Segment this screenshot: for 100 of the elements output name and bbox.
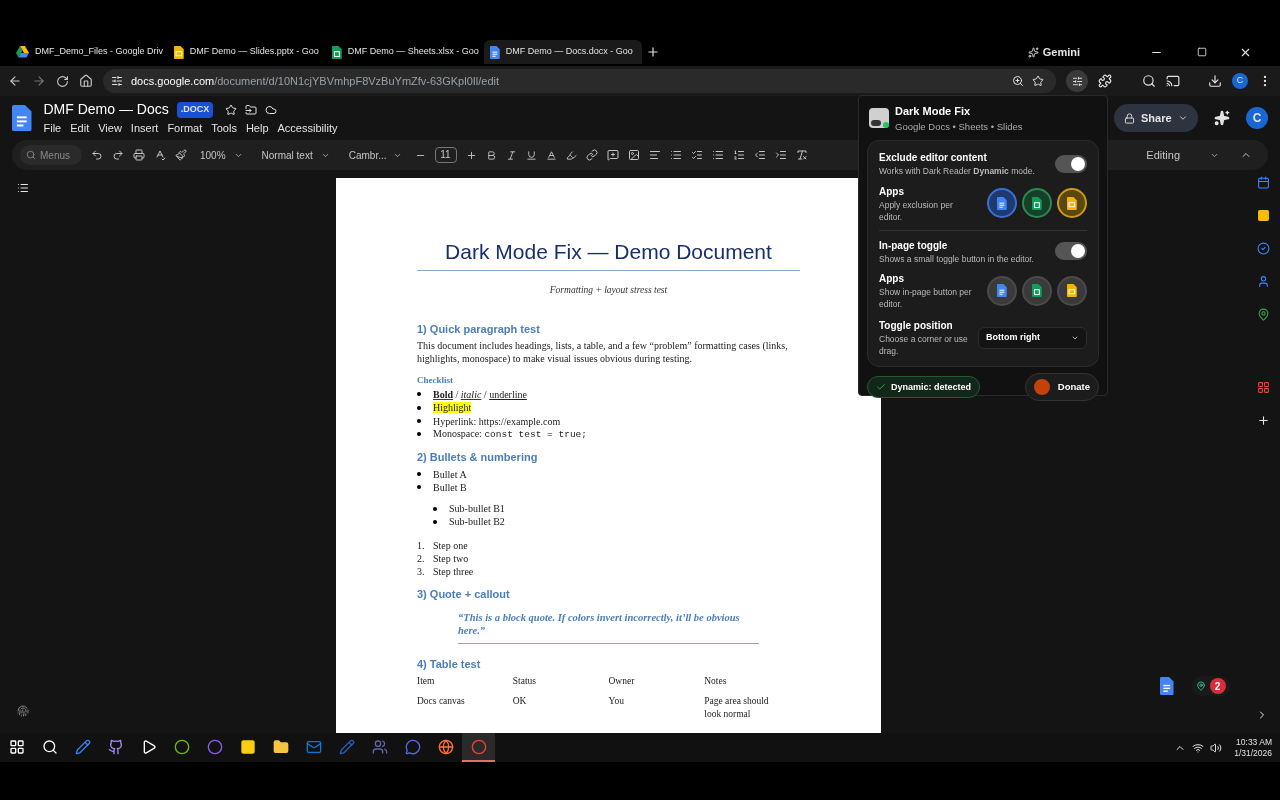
fingerprint-icon[interactable] — [17, 705, 29, 717]
italic-icon[interactable] — [505, 149, 517, 161]
bold-icon[interactable] — [485, 149, 497, 161]
extension-subtitle: Google Docs • Sheets • Slides — [895, 119, 1023, 134]
list-item-text: Sub-bullet B1 — [449, 502, 505, 517]
list-item-text: Bullet A — [433, 467, 467, 482]
share-button[interactable]: Share — [1114, 104, 1198, 132]
paint-format-icon[interactable] — [175, 149, 187, 161]
clock[interactable]: 10:33 AM 1/31/2026 — [1226, 736, 1280, 759]
highlighter-icon[interactable] — [565, 149, 577, 161]
spreadsheet-icon — [1032, 284, 1042, 298]
address-bar[interactable]: docs.google.com/document/d/10N1cjYBVmhpF8VzBuYmZfv-63GKpl0Il/edit — [103, 69, 1056, 93]
app-toggle-button[interactable] — [987, 275, 1017, 306]
editing-mode-dropdown[interactable]: Editing — [1142, 146, 1223, 164]
menu-item[interactable]: File — [43, 120, 62, 137]
back-icon[interactable] — [8, 74, 22, 88]
spellcheck-icon[interactable] — [154, 149, 166, 161]
undo-icon[interactable] — [91, 149, 103, 161]
browser-tab[interactable]: DMF Demo — Docs.docx - Goo — [484, 40, 642, 64]
mail-icon — [305, 738, 322, 755]
bullet-icon — [417, 485, 421, 490]
restore-icon[interactable] — [1197, 47, 1207, 57]
menu-item[interactable]: Help — [245, 120, 269, 137]
menu-item[interactable]: Insert — [130, 120, 159, 137]
section-heading: 3) Quote + callout — [417, 586, 511, 602]
search-tab-icon[interactable] — [1142, 74, 1156, 88]
menus-search-field[interactable]: Menus — [20, 145, 82, 165]
app-toggle-button[interactable] — [1057, 275, 1087, 306]
menu-item[interactable]: Edit — [70, 120, 90, 137]
bullet-icon — [417, 472, 421, 477]
check-icon — [876, 382, 886, 393]
menu-item[interactable]: Accessibility — [277, 120, 338, 137]
increase-indent-icon[interactable] — [774, 149, 787, 161]
link-icon[interactable] — [585, 149, 598, 161]
download-icon[interactable] — [1208, 74, 1222, 88]
checklist-icon[interactable] — [690, 149, 703, 161]
extension-icon-button[interactable] — [1066, 70, 1088, 92]
style-dropdown[interactable]: Normal text — [255, 147, 336, 163]
align-icon[interactable] — [648, 149, 661, 161]
star-icon[interactable] — [225, 103, 238, 116]
table-cell-text: Page area should look normal — [704, 694, 770, 721]
windows-logo-icon — [8, 738, 25, 755]
toggle-switch[interactable] — [1055, 154, 1087, 173]
account-avatar[interactable]: C — [1246, 107, 1268, 129]
underline-icon[interactable] — [525, 149, 537, 161]
add-icon[interactable] — [1256, 414, 1270, 427]
position-select[interactable]: Bottom right — [977, 326, 1087, 349]
table-cell-text: OK — [512, 694, 528, 708]
add-comment-icon[interactable] — [606, 149, 619, 161]
print-icon[interactable] — [133, 149, 145, 161]
extension-logo-icon — [869, 108, 889, 129]
browser-tab[interactable]: DMF_Demo_Files - Google Driv — [10, 40, 168, 64]
line-spacing-icon[interactable] — [669, 149, 682, 161]
sparkle-icon[interactable] — [1214, 110, 1230, 126]
outline-icon[interactable] — [17, 182, 29, 194]
clear-formatting-icon[interactable] — [795, 149, 808, 161]
puzzle-icon[interactable] — [1098, 74, 1112, 88]
reload-icon[interactable] — [56, 74, 69, 88]
document-title[interactable]: DMF Demo — Docs — [43, 99, 169, 121]
bulleted-list-icon[interactable] — [711, 149, 724, 161]
setting-description: Works with Dark Reader Dynamic mode. — [879, 164, 1035, 178]
home-icon[interactable] — [79, 74, 93, 88]
setting-description: Shows a small toggle button in the editor. — [879, 252, 1034, 266]
menu-item[interactable]: Tools — [211, 120, 237, 137]
numbered-list-icon[interactable] — [732, 149, 745, 161]
note-icon[interactable] — [1256, 209, 1270, 222]
calendar-icon[interactable] — [1256, 176, 1270, 189]
contacts-icon[interactable] — [1256, 275, 1270, 288]
toggle-switch[interactable] — [1055, 242, 1087, 261]
font-dropdown[interactable]: Cambr... — [344, 147, 406, 163]
zoom-dropdown[interactable]: 100% — [196, 147, 247, 163]
new-tab-icon[interactable] — [646, 45, 660, 59]
text-color-icon[interactable] — [545, 149, 557, 161]
app-toggle-button[interactable] — [987, 188, 1017, 218]
forward-icon[interactable] — [32, 74, 46, 88]
font-size-field[interactable]: 11 — [434, 147, 457, 163]
wifi-icon[interactable] — [1192, 741, 1205, 754]
app-toggle-button[interactable] — [1022, 275, 1052, 306]
decrease-indent-icon[interactable] — [753, 149, 766, 161]
menu-item[interactable]: View — [98, 120, 122, 137]
redo-icon[interactable] — [112, 149, 124, 161]
increase-font-icon[interactable] — [465, 149, 477, 161]
profile-avatar[interactable]: C — [1232, 73, 1248, 89]
app-toggle-button[interactable] — [1057, 188, 1087, 218]
cast-icon[interactable] — [1166, 74, 1180, 88]
tasks-icon[interactable] — [1256, 242, 1270, 255]
speaker-icon[interactable] — [1210, 741, 1223, 754]
document-icon — [997, 284, 1007, 298]
donate-button[interactable]: Donate — [1024, 373, 1099, 402]
app-toggle-button[interactable] — [1022, 188, 1052, 218]
bullet-icon — [433, 519, 437, 524]
move-folder-icon[interactable] — [245, 103, 258, 116]
setting-title: Apps — [879, 272, 905, 287]
sticky-note-icon — [239, 738, 256, 755]
tab-title: DMF_Demo_Files - Google Driv — [35, 45, 164, 59]
search-icon — [41, 738, 58, 755]
assistant-button[interactable]: Gemini — [1027, 43, 1080, 61]
map-pin-icon[interactable] — [1256, 308, 1270, 321]
image-icon[interactable] — [627, 149, 640, 161]
menu-item[interactable]: Format — [167, 120, 203, 137]
